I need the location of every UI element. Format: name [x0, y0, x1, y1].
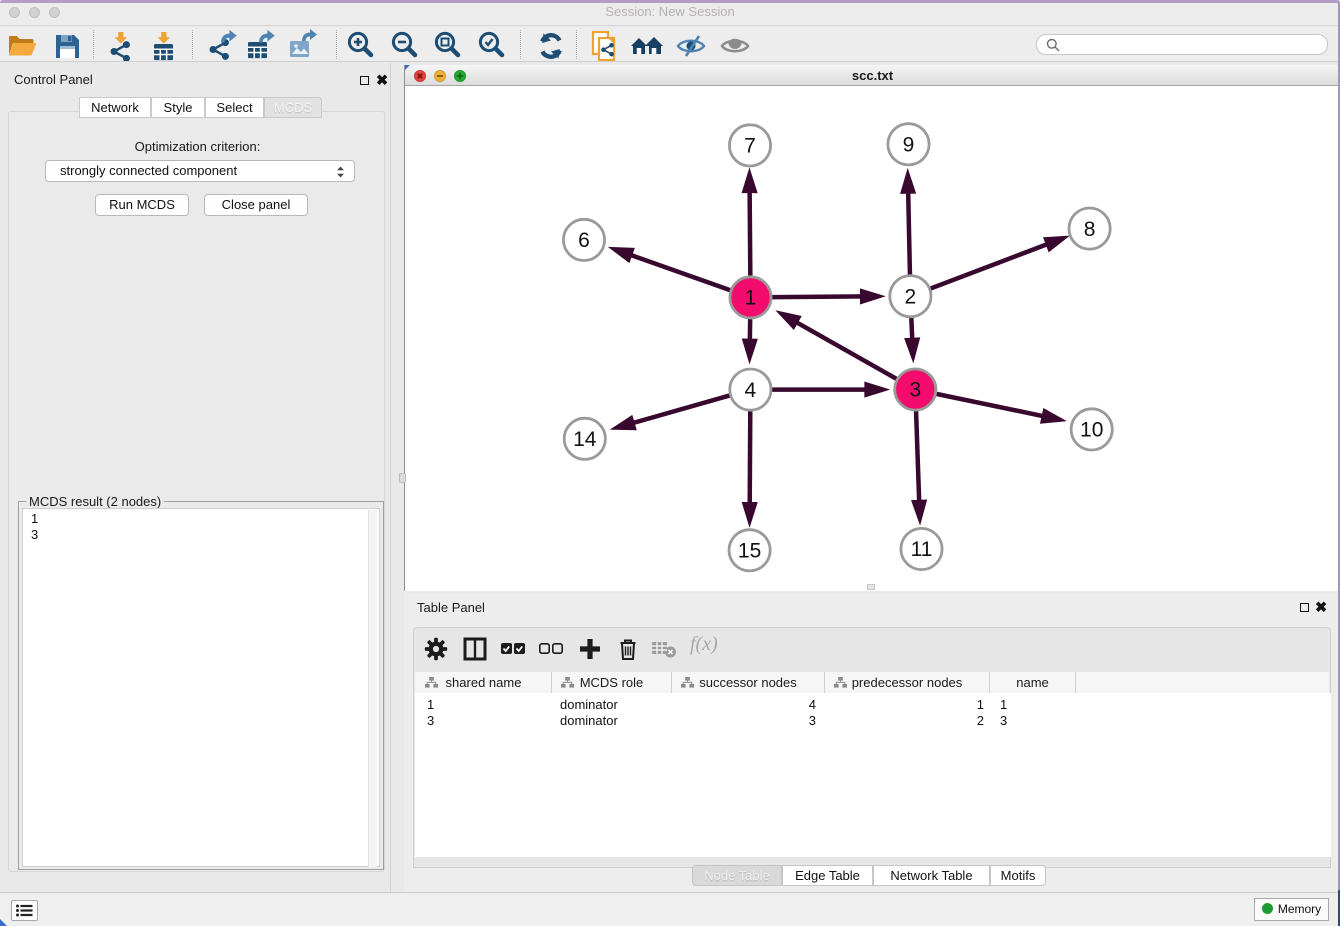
svg-text:2: 2 [905, 285, 917, 308]
svg-text:15: 15 [738, 540, 761, 563]
svg-text:14: 14 [573, 428, 597, 451]
svg-text:6: 6 [578, 229, 590, 252]
svg-text:8: 8 [1084, 218, 1096, 241]
svg-text:1: 1 [745, 287, 757, 310]
svg-text:10: 10 [1080, 419, 1103, 442]
svg-text:7: 7 [744, 135, 756, 158]
svg-text:4: 4 [745, 379, 757, 402]
svg-text:9: 9 [903, 134, 915, 157]
svg-text:11: 11 [911, 538, 933, 561]
svg-text:3: 3 [909, 379, 921, 402]
